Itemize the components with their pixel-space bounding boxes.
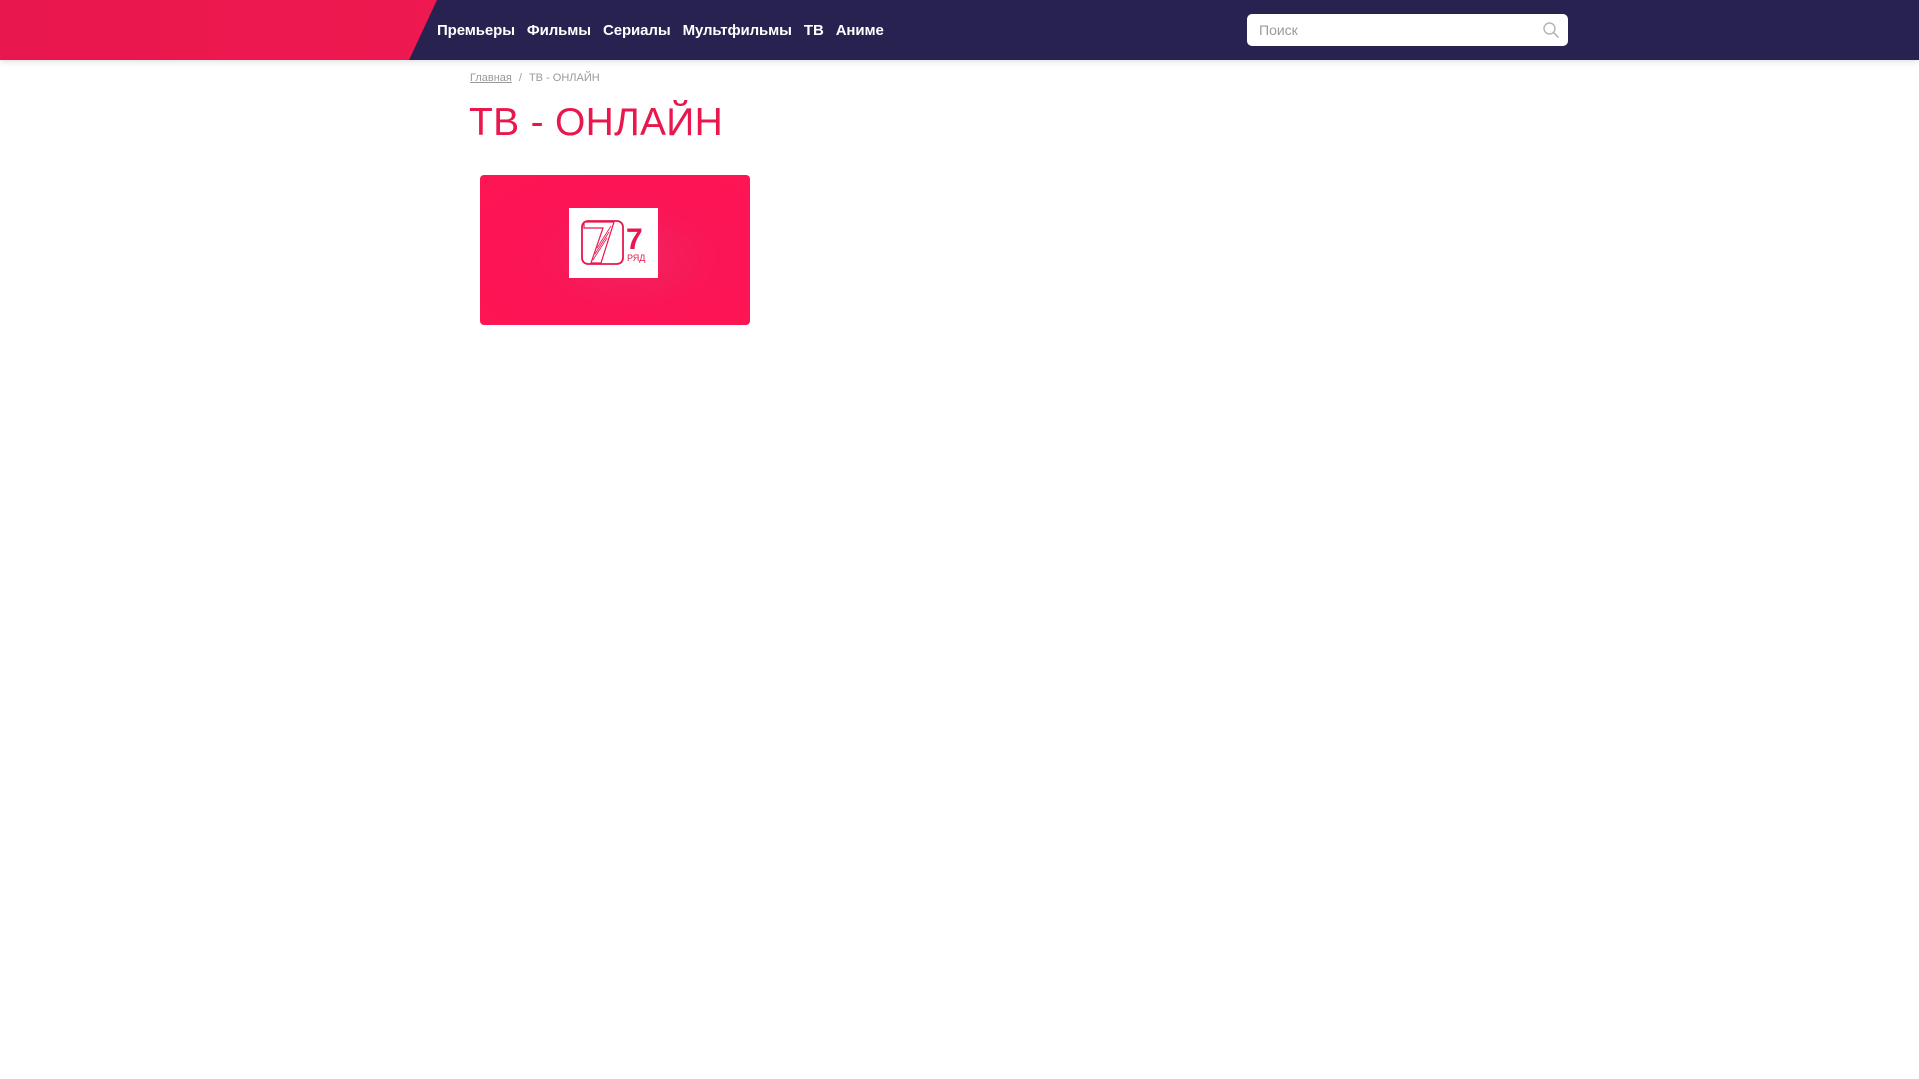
site-logo[interactable] bbox=[0, 0, 437, 60]
nav-item-premieres[interactable]: Премьеры bbox=[437, 22, 515, 39]
channel-card[interactable]: 7 РЯД bbox=[480, 175, 750, 325]
nav-item-tv[interactable]: ТВ bbox=[804, 22, 824, 39]
page-title: ТВ - ОНЛАЙН bbox=[469, 101, 724, 144]
search-icon[interactable] bbox=[1542, 21, 1560, 39]
nav-item-series[interactable]: Сериалы bbox=[603, 22, 671, 39]
main-nav: Премьеры Фильмы Сериалы Мультфильмы ТВ А… bbox=[437, 0, 896, 60]
channel-logo: 7 РЯД bbox=[569, 208, 658, 278]
breadcrumb: Главная / ТВ - ОНЛАЙН bbox=[470, 72, 600, 84]
nav-item-anime[interactable]: Аниме bbox=[836, 22, 884, 39]
breadcrumb-separator: / bbox=[518, 72, 522, 84]
channel-logo-number: 7 bbox=[626, 223, 643, 256]
nav-item-cartoons[interactable]: Мультфильмы bbox=[683, 22, 792, 39]
nav-item-films[interactable]: Фильмы bbox=[527, 22, 591, 39]
breadcrumb-home-link[interactable]: Главная bbox=[470, 72, 512, 84]
channel-logo-caption: РЯД bbox=[627, 253, 645, 263]
search-box bbox=[1247, 14, 1568, 46]
site-header: Премьеры Фильмы Сериалы Мультфильмы ТВ А… bbox=[0, 0, 1919, 60]
breadcrumb-current: ТВ - ОНЛАЙН bbox=[528, 72, 600, 84]
search-input[interactable] bbox=[1247, 14, 1527, 46]
